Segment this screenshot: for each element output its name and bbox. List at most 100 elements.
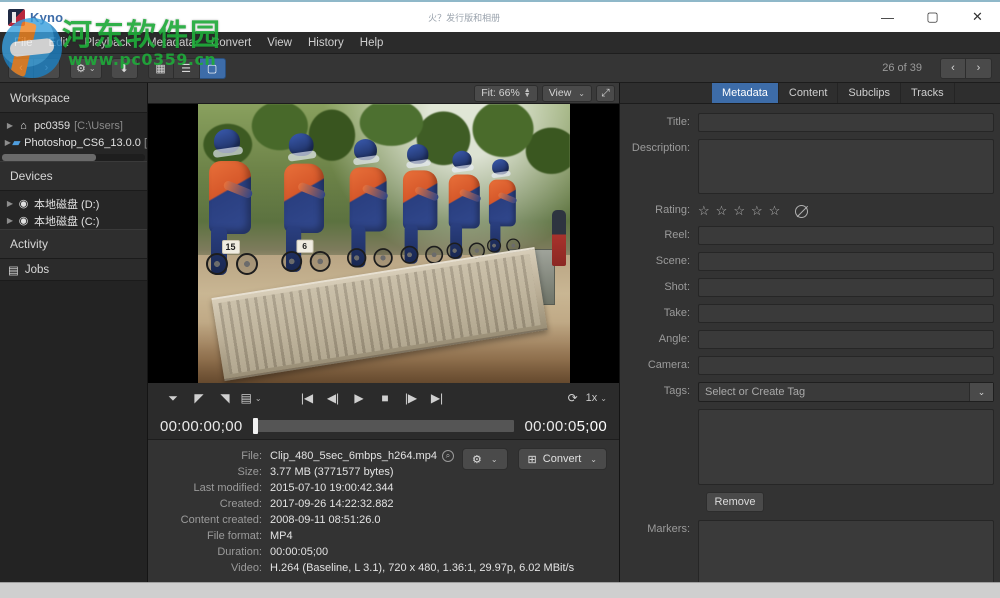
sidebar-item-jobs[interactable]: ▤ Jobs <box>0 259 147 281</box>
sidebar-item-disk-c[interactable]: ▶ ◉ 本地磁盘 (C:) <box>0 212 147 229</box>
next-item-button[interactable]: › <box>966 58 992 79</box>
tab-content[interactable]: Content <box>779 83 839 103</box>
fullscreen-button[interactable]: ⤢ <box>596 85 615 102</box>
metadata-row-reel: Reel: <box>626 226 994 245</box>
view-mode-single-button[interactable]: ▢ <box>200 58 226 79</box>
metadata-label-rating: Rating: <box>626 201 698 216</box>
menu-history[interactable]: History <box>300 35 352 51</box>
sidebar-section-devices-header: Devices <box>0 161 147 191</box>
scrub-bar[interactable] <box>253 420 515 432</box>
maximize-button[interactable]: ▢ <box>910 2 955 32</box>
create-subclip-button[interactable]: ▤ ⌄ <box>238 387 264 409</box>
playback-speed-control[interactable]: 1x ⌄ <box>586 392 607 404</box>
chevron-down-icon: ⌄ <box>255 394 262 403</box>
loop-button[interactable]: ⟳ <box>560 387 586 409</box>
sidebar-item-disk-d[interactable]: ▶ ◉ 本地磁盘 (D:) <box>0 195 147 212</box>
playhead-handle[interactable] <box>253 418 258 434</box>
file-info-row-last-modified: Last modified: 2015-07-10 19:00:42.344 <box>158 480 609 496</box>
menu-playback[interactable]: Playback <box>76 35 139 51</box>
tab-tracks[interactable]: Tracks <box>901 83 955 103</box>
chevron-down-icon[interactable]: ⌄ <box>969 383 993 401</box>
metadata-row-take: Take: <box>626 304 994 323</box>
angle-input[interactable] <box>698 330 994 349</box>
close-button[interactable]: ✕ <box>955 2 1000 32</box>
gear-icon: ⚙ <box>76 62 86 75</box>
plate-number: 15 <box>222 240 240 254</box>
metadata-row-markers: Markers: <box>626 520 994 582</box>
metadata-row-angle: Angle: <box>626 330 994 349</box>
markers-list-box[interactable] <box>698 520 994 582</box>
stepper-arrows-icon[interactable]: ▲▼ <box>524 88 531 98</box>
settings-button[interactable]: ⚙ ⌄ <box>70 58 102 79</box>
star-icon[interactable]: ☆ <box>698 203 710 219</box>
reveal-in-explorer-icon[interactable]: ⌕ <box>442 450 454 462</box>
menu-view[interactable]: View <box>259 35 300 51</box>
camera-input[interactable] <box>698 356 994 375</box>
chevron-right-icon[interactable]: ▶ <box>4 199 16 208</box>
remove-tag-button[interactable]: Remove <box>706 492 764 512</box>
chevron-right-icon[interactable]: ▶ <box>4 138 12 147</box>
star-icon[interactable]: ☆ <box>751 203 763 219</box>
workspace-horizontal-scrollbar[interactable] <box>2 154 145 161</box>
file-info-label: Video: <box>158 562 270 574</box>
no-rating-icon[interactable] <box>795 205 808 218</box>
video-stage[interactable]: 15 6 <box>148 104 619 383</box>
menu-edit[interactable]: Edit <box>41 35 77 51</box>
app-title: Kyno <box>30 10 63 25</box>
take-input[interactable] <box>698 304 994 323</box>
tags-list-box[interactable] <box>698 409 994 485</box>
rider: 6 <box>281 130 330 295</box>
go-to-end-button[interactable]: ▶| <box>424 387 450 409</box>
video-frame[interactable]: 15 6 <box>198 104 570 383</box>
metadata-row-shot: Shot: <box>626 278 994 297</box>
step-forward-button[interactable]: |▶ <box>398 387 424 409</box>
import-button[interactable]: ⬇ <box>112 58 138 79</box>
file-info-row-file-format: File format: MP4 <box>158 528 609 544</box>
add-marker-button[interactable]: ⏷ <box>160 387 186 409</box>
file-action-buttons: ⚙ ⌄ ⊞ Convert ⌄ <box>462 448 607 470</box>
menu-help[interactable]: Help <box>352 35 392 51</box>
title-input[interactable] <box>698 113 994 132</box>
transport-controls: ⏷ ◤ ◥ ▤ ⌄ |◀ ◀| ▶ ■ |▶ ▶| ⟳ 1x ⌄ <box>148 383 619 413</box>
step-back-button[interactable]: ◀| <box>320 387 346 409</box>
zoom-fit-control[interactable]: Fit: 66% ▲▼ <box>474 85 537 102</box>
scene-input[interactable] <box>698 252 994 271</box>
mark-in-button[interactable]: ◤ <box>186 387 212 409</box>
tab-metadata[interactable]: Metadata <box>712 83 779 103</box>
forward-button[interactable]: › <box>34 58 60 79</box>
back-button[interactable]: ‹ <box>8 58 34 79</box>
description-input[interactable] <box>698 139 994 194</box>
tags-combobox[interactable]: Select or Create Tag ⌄ <box>698 382 994 402</box>
file-settings-button[interactable]: ⚙ ⌄ <box>462 448 508 470</box>
menu-convert[interactable]: Convert <box>203 35 259 51</box>
star-icon[interactable]: ☆ <box>733 203 745 219</box>
minimize-button[interactable]: — <box>865 2 910 32</box>
shot-input[interactable] <box>698 278 994 297</box>
convert-button[interactable]: ⊞ Convert ⌄ <box>518 448 607 470</box>
view-mode-list-button[interactable]: ☰ <box>174 58 200 79</box>
star-icon[interactable]: ☆ <box>769 203 781 219</box>
view-mode-grid-button[interactable]: ▦ <box>148 58 174 79</box>
scrollbar-thumb[interactable] <box>2 154 96 161</box>
metadata-row-description: Description: <box>626 139 994 194</box>
frame-official <box>552 210 566 266</box>
mark-out-button[interactable]: ◥ <box>212 387 238 409</box>
star-icon[interactable]: ☆ <box>716 203 728 219</box>
menu-file[interactable]: File <box>6 35 41 51</box>
sidebar-item-path: [C:\Users] <box>74 120 123 132</box>
sidebar-item-photoshop-cs6[interactable]: ▶ ▰ Photoshop_CS6_13.0.0 [ <box>0 134 147 151</box>
view-options-button[interactable]: View ⌄ <box>542 85 592 102</box>
stop-button[interactable]: ■ <box>372 387 398 409</box>
reel-input[interactable] <box>698 226 994 245</box>
rating-control[interactable]: ☆ ☆ ☆ ☆ ☆ <box>698 201 808 219</box>
chevron-right-icon[interactable]: ▶ <box>4 216 16 225</box>
chevron-right-icon[interactable]: ▶ <box>4 121 16 130</box>
sidebar-item-label: 本地磁盘 (D:) <box>34 196 99 212</box>
menu-metadata[interactable]: Metadata <box>139 35 203 51</box>
go-to-start-button[interactable]: |◀ <box>294 387 320 409</box>
app-branding: Kyno <box>0 9 63 26</box>
tab-subclips[interactable]: Subclips <box>838 83 901 103</box>
sidebar-item-pc0359[interactable]: ▶ ⌂ pc0359 [C:\Users] <box>0 117 147 134</box>
previous-item-button[interactable]: ‹ <box>940 58 966 79</box>
play-button[interactable]: ▶ <box>346 387 372 409</box>
